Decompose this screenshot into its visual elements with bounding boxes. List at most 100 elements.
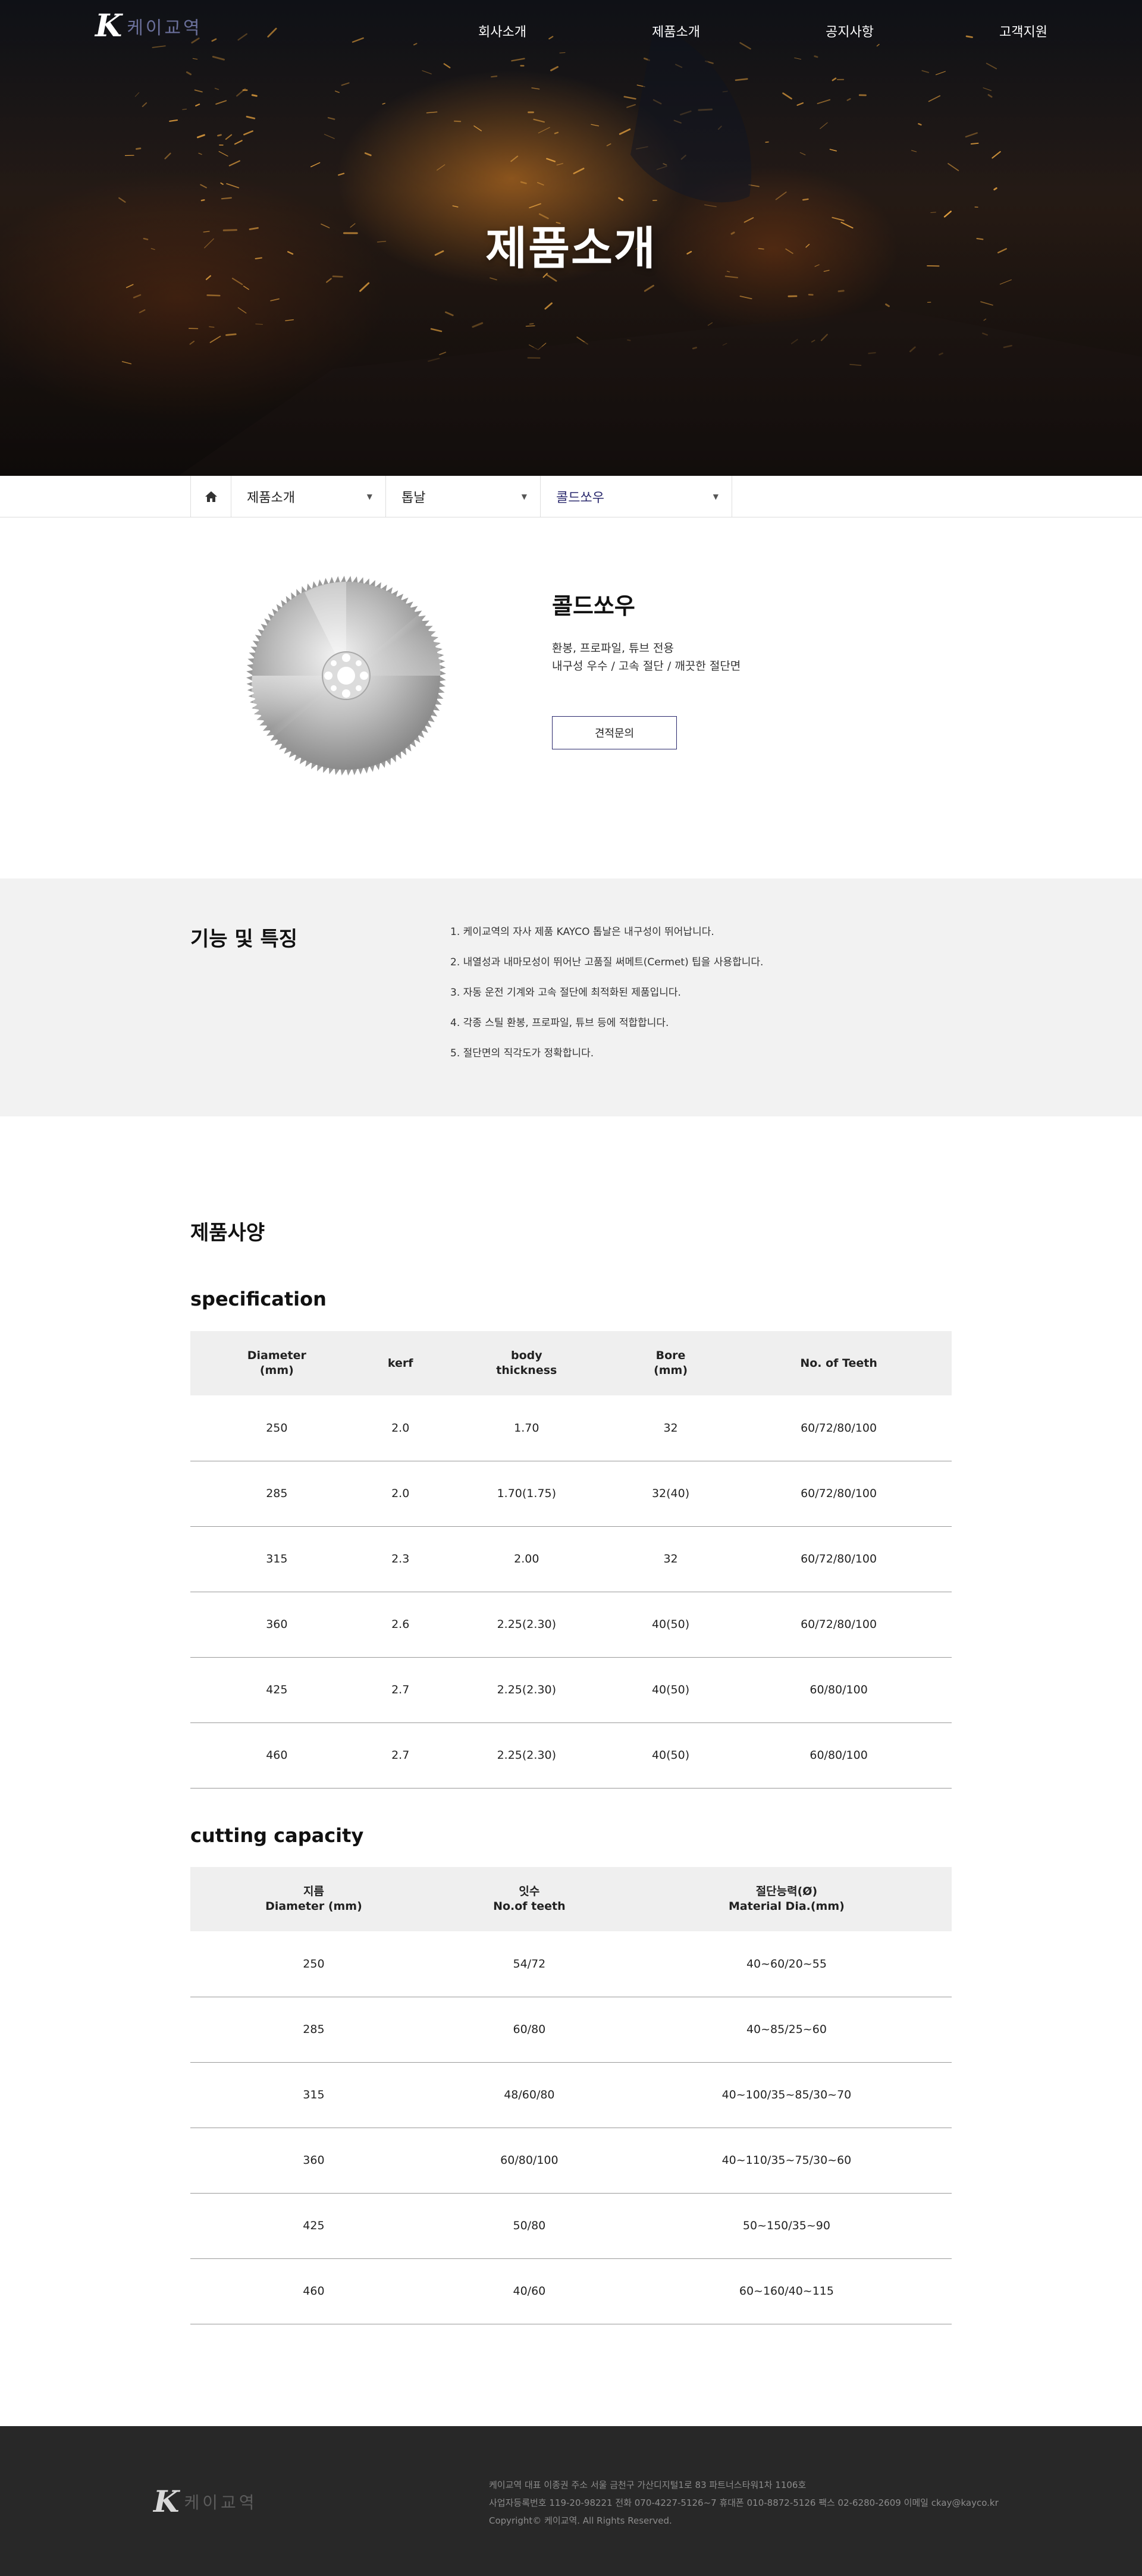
table-cell: 2.7 xyxy=(363,1722,438,1788)
specification-header-text: (mm) xyxy=(190,1363,363,1378)
specification-header-text: Diameter xyxy=(190,1348,363,1363)
table-cell: 48/60/80 xyxy=(437,2062,622,2128)
table-cell: 285 xyxy=(190,1461,363,1526)
table-row: 42550/8050~150/35~90 xyxy=(190,2193,952,2258)
table-cell: 2.7 xyxy=(363,1657,438,1722)
table-cell: 425 xyxy=(190,2193,437,2258)
table-cell: 250 xyxy=(190,1395,363,1461)
table-row: 4602.72.25(2.30)40(50)60/80/100 xyxy=(190,1722,952,1788)
specification-header-cell: Diameter(mm) xyxy=(190,1331,363,1395)
footer-logo: K 케이교역 xyxy=(153,2487,258,2517)
table-cell: 40~60/20~55 xyxy=(622,1931,952,1997)
table-cell: 360 xyxy=(190,1592,363,1657)
caret-down-icon: ▼ xyxy=(713,492,719,501)
breadcrumb-home[interactable] xyxy=(191,476,231,517)
cutting-capacity-title: cutting capacity xyxy=(190,1824,363,1847)
footer-info-line: 케이교역 대표 이종권 주소 서울 금천구 가산디지털1로 83 파트너스타워1… xyxy=(489,2476,999,2494)
table-cell: 2.0 xyxy=(363,1395,438,1461)
table-cell: 32 xyxy=(616,1526,726,1592)
features-list: 1. 케이교역의 자사 제품 KAYCO 톱날은 내구성이 뛰어납니다. 2. … xyxy=(450,926,763,1078)
breadcrumb-dropdown-product[interactable]: 콜드쏘우 ▼ xyxy=(541,476,732,517)
quote-request-button[interactable]: 견적문의 xyxy=(552,716,677,749)
table-row: 46040/6060~160/40~115 xyxy=(190,2258,952,2324)
table-cell: 460 xyxy=(190,2258,437,2324)
caret-down-icon: ▼ xyxy=(522,492,527,501)
specification-header-cell: kerf xyxy=(363,1331,438,1395)
table-cell: 460 xyxy=(190,1722,363,1788)
table-cell: 60/72/80/100 xyxy=(726,1395,952,1461)
hero-title: 제품소개 xyxy=(0,212,1142,277)
capacity-header-text: 지름 xyxy=(190,1884,437,1899)
specification-header-text: Bore xyxy=(616,1348,726,1363)
capacity-header-cell: 잇수No.of teeth xyxy=(437,1867,622,1931)
capacity-header-text: No.of teeth xyxy=(437,1899,622,1914)
table-row: 2852.01.70(1.75)32(40)60/72/80/100 xyxy=(190,1461,952,1526)
table-cell: 2.6 xyxy=(363,1592,438,1657)
product-name: 콜드쏘우 xyxy=(552,588,635,620)
table-cell: 60/80/100 xyxy=(726,1722,952,1788)
home-icon xyxy=(205,491,218,503)
cutting-capacity-table: 지름Diameter (mm)잇수No.of teeth절단능력(Ø)Mater… xyxy=(190,1867,952,2324)
table-cell: 2.25(2.30) xyxy=(438,1722,616,1788)
feature-item: 2. 내열성과 내마모성이 뛰어난 고품질 써메트(Cermet) 팁을 사용합… xyxy=(450,956,763,987)
breadcrumb-dropdown-subcategory[interactable]: 톱날 ▼ xyxy=(386,476,541,517)
table-cell: 1.70(1.75) xyxy=(438,1461,616,1526)
product-desc-line: 환봉, 프로파일, 튜브 전용 xyxy=(552,639,741,657)
table-cell: 60/72/80/100 xyxy=(726,1592,952,1657)
specification-header-cell: bodythickness xyxy=(438,1331,616,1395)
feature-item: 3. 자동 운전 기계와 고속 절단에 최적화된 제품입니다. xyxy=(450,987,763,1017)
features-title: 기능 및 특징 xyxy=(190,923,297,952)
table-cell: 50/80 xyxy=(437,2193,622,2258)
table-cell: 40~100/35~85/30~70 xyxy=(622,2062,952,2128)
breadcrumb-label: 제품소개 xyxy=(247,487,295,506)
table-row: 4252.72.25(2.30)40(50)60/80/100 xyxy=(190,1657,952,1722)
logo-k-mark: K xyxy=(95,11,122,42)
table-row: 31548/60/8040~100/35~85/30~70 xyxy=(190,2062,952,2128)
specification-header-text: body xyxy=(438,1348,616,1363)
breadcrumb-dropdown-category[interactable]: 제품소개 ▼ xyxy=(231,476,386,517)
logo-text: 케이교역 xyxy=(127,13,202,39)
breadcrumb-label: 콜드쏘우 xyxy=(556,487,604,506)
table-row: 3602.62.25(2.30)40(50)60/72/80/100 xyxy=(190,1592,952,1657)
table-cell: 2.00 xyxy=(438,1526,616,1592)
footer-logo-text: 케이교역 xyxy=(184,2490,257,2514)
footer-info-line: 사업자등록번호 119-20-98221 전화 070-4227-5126~7 … xyxy=(489,2494,999,2512)
nav-item-products[interactable]: 제품소개 xyxy=(652,21,700,40)
capacity-header-cell: 절단능력(Ø)Material Dia.(mm) xyxy=(622,1867,952,1931)
table-cell: 250 xyxy=(190,1931,437,1997)
table-row: 36060/80/10040~110/35~75/30~60 xyxy=(190,2128,952,2193)
features-section: 기능 및 특징 1. 케이교역의 자사 제품 KAYCO 톱날은 내구성이 뛰어… xyxy=(0,878,1142,1116)
table-cell: 60/72/80/100 xyxy=(726,1526,952,1592)
table-cell: 60/80/100 xyxy=(437,2128,622,2193)
table-cell: 54/72 xyxy=(437,1931,622,1997)
nav-item-support[interactable]: 고객지원 xyxy=(999,21,1047,40)
specification-header-cell: Bore(mm) xyxy=(616,1331,726,1395)
table-row: 3152.32.003260/72/80/100 xyxy=(190,1526,952,1592)
table-cell: 50~150/35~90 xyxy=(622,2193,952,2258)
table-cell: 60/80/100 xyxy=(726,1657,952,1722)
table-cell: 40/60 xyxy=(437,2258,622,2324)
table-cell: 285 xyxy=(190,1997,437,2062)
footer-company-info: 케이교역 대표 이종권 주소 서울 금천구 가산디지털1로 83 파트너스타워1… xyxy=(489,2476,999,2530)
table-row: 2502.01.703260/72/80/100 xyxy=(190,1395,952,1461)
product-description: 환봉, 프로파일, 튜브 전용 내구성 우수 / 고속 절단 / 깨끗한 절단면 xyxy=(552,639,741,675)
table-cell: 60~160/40~115 xyxy=(622,2258,952,2324)
site-logo[interactable]: K 케이교역 xyxy=(95,11,202,42)
specification-title: specification xyxy=(190,1288,327,1310)
specification-header-cell: No. of Teeth xyxy=(726,1331,952,1395)
capacity-header-text: Diameter (mm) xyxy=(190,1899,437,1914)
specification-header-text: kerf xyxy=(363,1356,438,1371)
table-cell: 32(40) xyxy=(616,1461,726,1526)
nav-item-notice[interactable]: 공지사항 xyxy=(826,21,874,40)
nav-item-company[interactable]: 회사소개 xyxy=(478,21,526,40)
table-cell: 2.25(2.30) xyxy=(438,1592,616,1657)
top-navigation-bar: K 케이교역 회사소개 제품소개 공지사항 고객지원 xyxy=(0,0,1142,62)
breadcrumb-label: 톱날 xyxy=(401,487,425,506)
feature-item: 5. 절단면의 직각도가 정확합니다. xyxy=(450,1047,763,1078)
site-footer: K 케이교역 케이교역 대표 이종권 주소 서울 금천구 가산디지털1로 83 … xyxy=(0,2426,1142,2576)
capacity-header-text: 잇수 xyxy=(437,1884,622,1899)
caret-down-icon: ▼ xyxy=(367,492,372,501)
capacity-header-text: 절단능력(Ø) xyxy=(622,1884,952,1899)
table-cell: 32 xyxy=(616,1395,726,1461)
table-cell: 40(50) xyxy=(616,1722,726,1788)
